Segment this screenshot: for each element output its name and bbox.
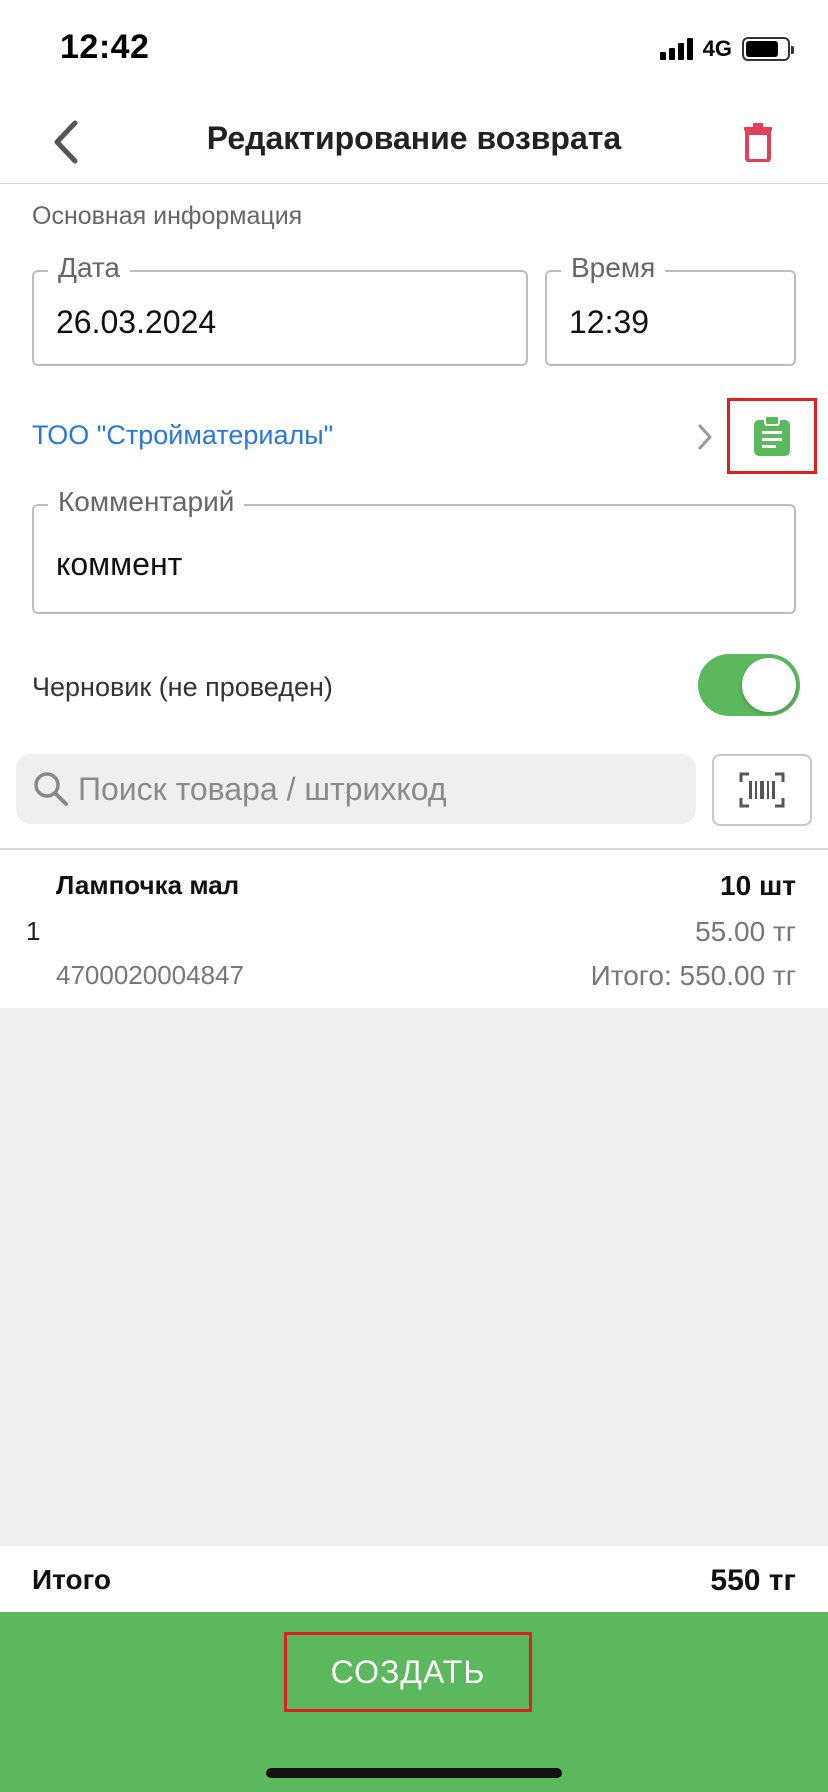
status-indicators: 4G — [659, 36, 794, 62]
create-button[interactable]: СОЗДАТЬ — [284, 1632, 532, 1712]
page-title: Редактирование возврата — [206, 120, 622, 156]
chevron-right-icon[interactable] — [690, 420, 720, 454]
delete-button[interactable] — [732, 116, 784, 168]
search-icon — [34, 772, 68, 806]
date-field[interactable]: Дата 26.03.2024 — [32, 252, 528, 366]
time-field-label: Время — [561, 252, 666, 284]
item-list: 1 Лампочка мал 4700020004847 10 шт 55.00… — [0, 850, 828, 1546]
network-type: 4G — [702, 36, 732, 61]
comment-field[interactable]: Комментарий коммент — [32, 486, 796, 614]
list-item[interactable]: 1 Лампочка мал 4700020004847 10 шт 55.00… — [0, 850, 828, 1008]
draft-label: Черновик (не проведен) — [32, 672, 333, 702]
item-quantity: 10 шт — [720, 870, 796, 901]
clipboard-icon — [754, 415, 790, 456]
barcode-scan-button[interactable] — [712, 754, 812, 826]
total-label: Итого — [32, 1564, 111, 1595]
item-name: Лампочка мал — [56, 870, 240, 900]
search-box[interactable] — [16, 754, 696, 824]
time-field[interactable]: Время 12:39 — [545, 252, 796, 366]
battery-icon — [742, 37, 794, 61]
trash-icon — [744, 123, 772, 162]
search-input[interactable] — [78, 754, 678, 824]
toggle-knob — [742, 658, 796, 712]
draft-toggle[interactable] — [698, 654, 800, 716]
date-value: 26.03.2024 — [56, 304, 217, 340]
supplier-link[interactable]: ТОО "Стройматериалы" — [32, 420, 333, 451]
time-value: 12:39 — [569, 304, 650, 340]
item-total: Итого: 550.00 тг — [590, 960, 796, 991]
nav-bar: Редактирование возврата — [0, 100, 828, 184]
item-index: 1 — [26, 916, 41, 946]
item-barcode: 4700020004847 — [56, 960, 244, 990]
item-price: 55.00 тг — [695, 916, 796, 947]
date-field-label: Дата — [48, 252, 131, 284]
bottom-action-bar: СОЗДАТЬ — [0, 1612, 828, 1792]
home-indicator — [266, 1768, 562, 1778]
barcode-scan-icon — [739, 772, 785, 808]
comment-field-label: Комментарий — [48, 486, 245, 518]
status-bar: 12:42 4G — [0, 0, 828, 100]
signal-icon — [659, 38, 693, 60]
status-time: 12:42 — [60, 28, 150, 66]
section-label-main-info: Основная информация — [32, 202, 303, 230]
total-value: 550 тг — [710, 1564, 796, 1597]
total-bar: Итого 550 тг — [0, 1546, 828, 1612]
clipboard-button[interactable] — [727, 398, 817, 474]
comment-value: коммент — [56, 546, 183, 582]
